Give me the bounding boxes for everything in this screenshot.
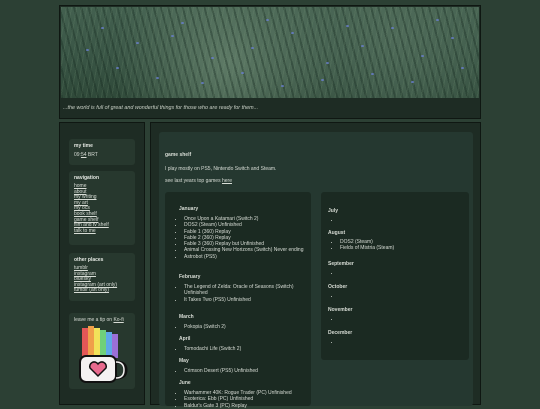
flower-decoration xyxy=(181,22,184,24)
sidebar: my time 09:54 BRT navigation home about my… xyxy=(59,122,145,405)
rainbow-heart-mug-icon[interactable] xyxy=(76,326,128,384)
kofi-link[interactable]: Ko-fi xyxy=(113,317,123,323)
game-list: Once Upon a Katamari (Switch 2)DOS2 (Ste… xyxy=(165,216,314,260)
game-entry xyxy=(340,270,470,276)
navigation-box: navigation home about my writing my art my o… xyxy=(69,171,135,245)
flower-decoration xyxy=(211,57,214,59)
flower-decoration xyxy=(156,77,159,79)
flower-decoration xyxy=(266,19,269,21)
flower-decoration xyxy=(421,55,424,57)
time-box: my time 09:54 BRT xyxy=(69,139,135,165)
month-heading: July xyxy=(328,208,339,214)
flower-decoration xyxy=(326,62,329,64)
game-entry: Crimson Desert (PS5) Unfinished xyxy=(184,368,314,374)
time-title: my time xyxy=(74,143,93,149)
game-entry xyxy=(340,339,470,345)
page-title: game shelf xyxy=(165,152,192,158)
flower-decoration xyxy=(391,27,394,29)
game-list: DOS2 (Steam)Fields of Mistria (Steam) xyxy=(321,239,470,252)
month-heading: May xyxy=(179,358,189,364)
flower-decoration xyxy=(241,72,244,74)
game-list: Pokopia (Switch 2) xyxy=(165,324,314,330)
navigation-title: navigation xyxy=(74,175,100,181)
other-places-box: other places tumblr instagram bluesky insta… xyxy=(69,253,135,301)
month-heading: January xyxy=(179,206,199,212)
header-banner-frame: ...the world is full of great and wonder… xyxy=(59,5,481,119)
flower-decoration xyxy=(251,47,254,49)
month-heading: November xyxy=(328,307,353,313)
game-list xyxy=(321,217,470,223)
flower-decoration xyxy=(291,32,294,34)
game-entry: Tomodachi Life (Switch 2) xyxy=(184,346,314,352)
game-entry xyxy=(340,316,470,322)
game-shelf-content: game shelf I play mostly on PS5, Nintend… xyxy=(159,132,473,409)
flower-decoration xyxy=(136,42,139,44)
flower-decoration xyxy=(86,49,89,51)
flower-decoration xyxy=(201,82,204,84)
flower-decoration xyxy=(436,19,439,21)
game-list: Crimson Desert (PS5) Unfinished xyxy=(165,368,314,374)
game-list xyxy=(321,339,470,345)
game-entry: It Takes Two (PS5) Unfinished xyxy=(184,297,314,303)
other-places-title: other places xyxy=(74,257,104,263)
flower-decoration xyxy=(101,27,104,29)
flower-decoration xyxy=(321,79,324,81)
flower-decoration xyxy=(346,25,349,27)
flower-decoration xyxy=(461,67,464,69)
main-panel: game shelf I play mostly on PS5, Nintend… xyxy=(150,122,481,409)
last-year-link[interactable]: here xyxy=(222,178,232,184)
flower-decoration xyxy=(171,35,174,37)
other-place-item: tumblr (art only) xyxy=(74,288,130,294)
game-entry: Astrobot (PS5) xyxy=(184,254,314,260)
month-heading: June xyxy=(179,380,191,386)
game-entry: Pokopia (Switch 2) xyxy=(184,324,314,330)
game-list: The Legend of Zelda: Oracle of Seasons (… xyxy=(165,284,314,303)
game-list xyxy=(321,270,470,276)
month-heading: August xyxy=(328,230,346,236)
kofi-text: leave me a tip on Ko-fi xyxy=(74,317,124,323)
month-heading: February xyxy=(179,274,201,280)
flower-decoration xyxy=(371,73,374,75)
last-year-text: see last years top games here xyxy=(165,178,232,184)
game-list: Tomodachi Life (Switch 2) xyxy=(165,346,314,352)
time-value: 09:54 BRT xyxy=(74,152,98,158)
game-entry: Fields of Mistria (Steam) xyxy=(340,245,470,251)
month-heading: March xyxy=(179,314,194,320)
grass-field-banner-image xyxy=(61,7,479,98)
other-places-list: tumblr instagram bluesky instagram (art onl… xyxy=(74,265,130,294)
game-entry xyxy=(340,293,470,299)
game-list xyxy=(321,316,470,322)
game-list xyxy=(321,293,470,299)
flower-decoration xyxy=(411,81,414,83)
game-entry xyxy=(340,217,470,223)
site-tagline: ...the world is full of great and wonder… xyxy=(63,105,259,111)
second-half-year-column: July August DOS2 (Steam)Fields of Mistria … xyxy=(321,192,469,360)
nav-item: talk to me xyxy=(74,228,130,235)
game-entry: Animal Crossing New Horizons (Switch) Ne… xyxy=(184,247,314,253)
navigation-list: home about my writing my art my ocs book shel… xyxy=(74,183,130,235)
flower-decoration xyxy=(116,67,119,69)
month-heading: December xyxy=(328,330,353,336)
other-place-link[interactable]: tumblr (art only) xyxy=(74,287,109,294)
flower-decoration xyxy=(281,85,284,87)
first-half-year-column: January Once Upon a Katamari (Switch 2)DO… xyxy=(165,192,314,409)
flower-decoration xyxy=(361,45,364,47)
month-heading: September xyxy=(328,261,354,267)
month-heading: October xyxy=(328,284,348,290)
game-list: Warhammer 40K: Rogue Trader (PC) Unfinis… xyxy=(165,390,314,409)
game-entry: Baldur's Gate 3 (PC) Replay xyxy=(184,403,314,409)
game-entry: The Legend of Zelda: Oracle of Seasons (… xyxy=(184,284,314,297)
intro-text: I play mostly on PS5, Nintendo Switch an… xyxy=(165,166,277,172)
nav-link[interactable]: talk to me xyxy=(74,228,96,234)
flower-decoration xyxy=(451,37,454,39)
month-heading: April xyxy=(179,336,191,342)
